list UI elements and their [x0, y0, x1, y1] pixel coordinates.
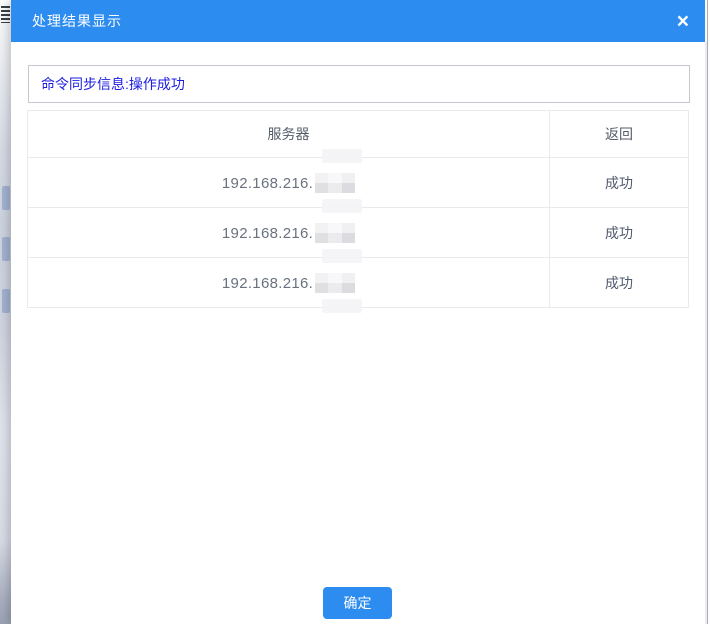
page-right-border: [707, 0, 708, 624]
result-cell: 成功: [550, 208, 689, 258]
close-icon[interactable]: ×: [675, 11, 691, 32]
column-header-result: 返回: [550, 111, 689, 158]
blur-artifact: [322, 299, 362, 313]
background-row-fragment: [2, 186, 10, 210]
background-row-fragment: [2, 237, 10, 261]
blur-artifact: [322, 199, 362, 213]
result-dialog: 处理结果显示 × 命令同步信息:操作成功 服务器 返回 192.168.216.…: [11, 0, 705, 624]
server-cell: 192.168.216.: [28, 158, 550, 208]
blur-artifact: [322, 149, 362, 163]
background-row-fragment: [2, 289, 10, 313]
result-cell: 成功: [550, 258, 689, 308]
screen: 处理结果显示 × 命令同步信息:操作成功 服务器 返回 192.168.216.…: [0, 0, 710, 624]
result-cell: 成功: [550, 158, 689, 208]
background-text-fragment: [1, 6, 10, 23]
masked-ip-segment: [315, 173, 355, 193]
masked-ip-segment: [315, 223, 355, 243]
server-cell: 192.168.216.: [28, 208, 550, 258]
server-cell: 192.168.216.: [28, 258, 550, 308]
sync-message-box: 命令同步信息:操作成功: [28, 65, 690, 103]
sync-message-text: 命令同步信息:操作成功: [41, 74, 185, 94]
server-ip-prefix: 192.168.216.: [222, 175, 313, 192]
background-page-sliver: [0, 0, 11, 624]
blur-artifact: [322, 249, 362, 263]
server-ip-prefix: 192.168.216.: [222, 275, 313, 292]
dialog-title: 处理结果显示: [32, 11, 122, 31]
masked-ip-segment: [315, 273, 355, 293]
server-ip-prefix: 192.168.216.: [222, 225, 313, 242]
dialog-titlebar: 处理结果显示 ×: [11, 0, 705, 42]
ok-button[interactable]: 确定: [323, 587, 392, 619]
column-header-server: 服务器: [28, 111, 550, 158]
